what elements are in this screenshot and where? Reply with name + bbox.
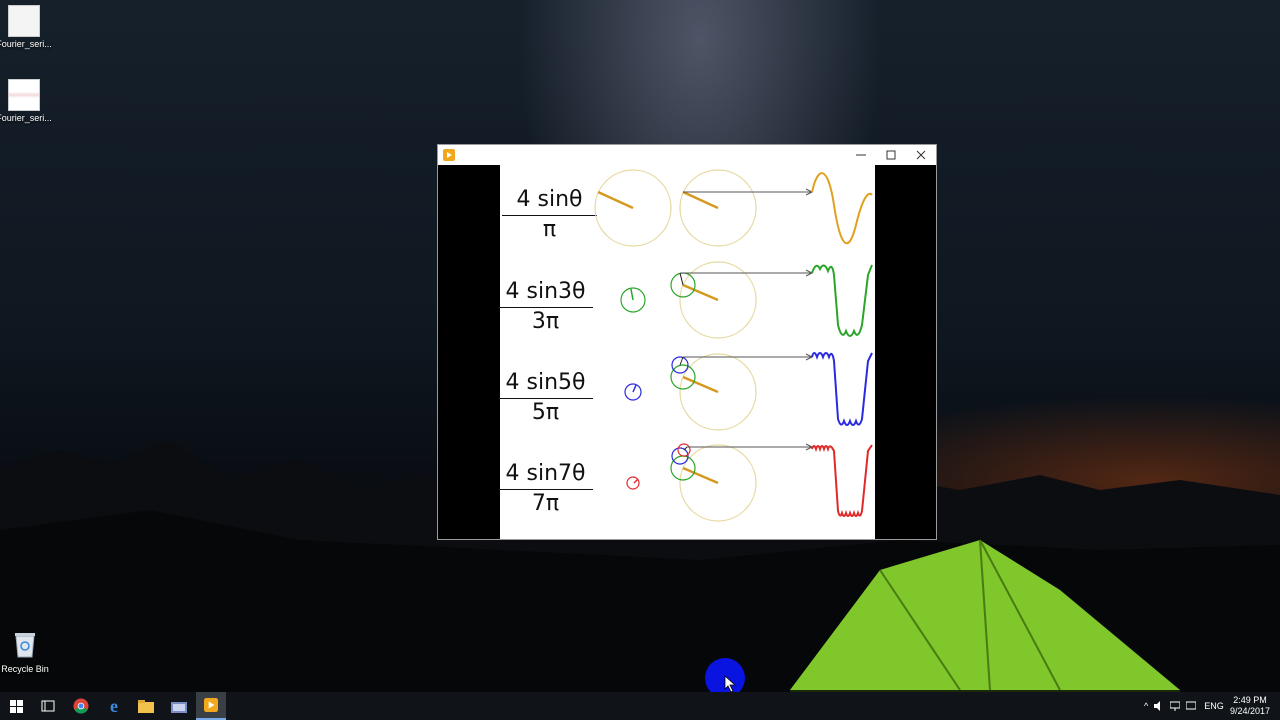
window-titlebar[interactable] (438, 145, 936, 165)
mouse-pointer-icon (724, 675, 737, 693)
maximize-icon (886, 150, 896, 160)
glowing-tent (790, 539, 1180, 700)
row3-harmonic-radius (679, 356, 684, 366)
desktop-icon-recycle-bin[interactable]: Recycle Bin (0, 630, 55, 674)
row4-waveform (811, 444, 873, 517)
row2-sum-radius (682, 283, 719, 302)
row3-waveform (811, 352, 873, 426)
task-view-button[interactable] (33, 692, 63, 720)
row1-single-radius (597, 190, 634, 210)
edge-icon: e (110, 695, 118, 716)
row4-sum-radius (682, 466, 719, 485)
row1-sum-radius (682, 190, 719, 210)
row3-sum-radius (682, 375, 719, 394)
clock-time: 2:49 PM (1233, 695, 1267, 705)
minimize-icon (856, 154, 866, 156)
recycle-bin-icon (15, 633, 35, 658)
language-indicator[interactable]: ENG (1204, 701, 1224, 711)
desktop-icon-label: Fourier_seri... (0, 39, 52, 49)
notification-icon[interactable] (1186, 701, 1197, 711)
taskbar: e ^ ENG 2:49 PM 9/24/2017 (0, 692, 1280, 720)
media-player-icon (204, 698, 218, 712)
task-view-icon (41, 700, 55, 712)
taskbar-media-player[interactable] (196, 692, 226, 720)
taskbar-chrome[interactable] (66, 692, 96, 720)
row3-single-radius (632, 384, 637, 393)
image-icon (8, 79, 40, 111)
maximize-button[interactable] (876, 145, 906, 165)
file-explorer-icon (138, 699, 154, 713)
desktop-icon-fourier-2[interactable]: Fourier_seri... (0, 79, 54, 123)
desktop-icon-label: Fourier_seri... (0, 113, 52, 123)
row2-waveform (811, 264, 873, 337)
start-button[interactable] (1, 692, 31, 720)
chrome-icon (73, 698, 89, 714)
close-icon (916, 150, 926, 160)
media-player-icon (443, 149, 455, 161)
system-tray: ^ ENG (1144, 692, 1224, 720)
media-player-window[interactable]: 4 sinθ π 4 sin3θ 3π 4 sin5θ 5π 4 sin7θ 7… (437, 144, 937, 540)
minimize-button[interactable] (846, 145, 876, 165)
clock-date: 9/24/2017 (1229, 706, 1270, 716)
animation-frame: 4 sinθ π 4 sin3θ 3π 4 sin5θ 5π 4 sin7θ 7… (498, 165, 875, 539)
row2-harmonic-radius (679, 272, 684, 286)
fourier-animation (594, 169, 873, 522)
taskbar-edge[interactable]: e (99, 692, 129, 720)
chevron-up-icon[interactable]: ^ (1144, 701, 1148, 711)
row1-waveform (811, 172, 873, 245)
volume-icon[interactable] (1154, 701, 1164, 711)
taskbar-folder[interactable] (164, 692, 194, 720)
desktop-icon-label: Recycle Bin (1, 664, 49, 674)
desktop-icon-fourier-1[interactable]: Fourier_seri... (0, 5, 54, 49)
windows-start-icon (9, 699, 23, 713)
clock[interactable]: 2:49 PM 9/24/2017 (1230, 695, 1270, 717)
video-area[interactable]: 4 sinθ π 4 sin3θ 3π 4 sin5θ 5π 4 sin7θ 7… (438, 165, 936, 539)
row4-single-radius (633, 478, 639, 484)
network-icon[interactable] (1170, 701, 1181, 711)
taskbar-file-explorer[interactable] (131, 692, 161, 720)
close-button[interactable] (906, 145, 936, 165)
row2-single-radius (630, 288, 634, 301)
document-icon (8, 5, 40, 37)
folder-icon (171, 701, 187, 713)
